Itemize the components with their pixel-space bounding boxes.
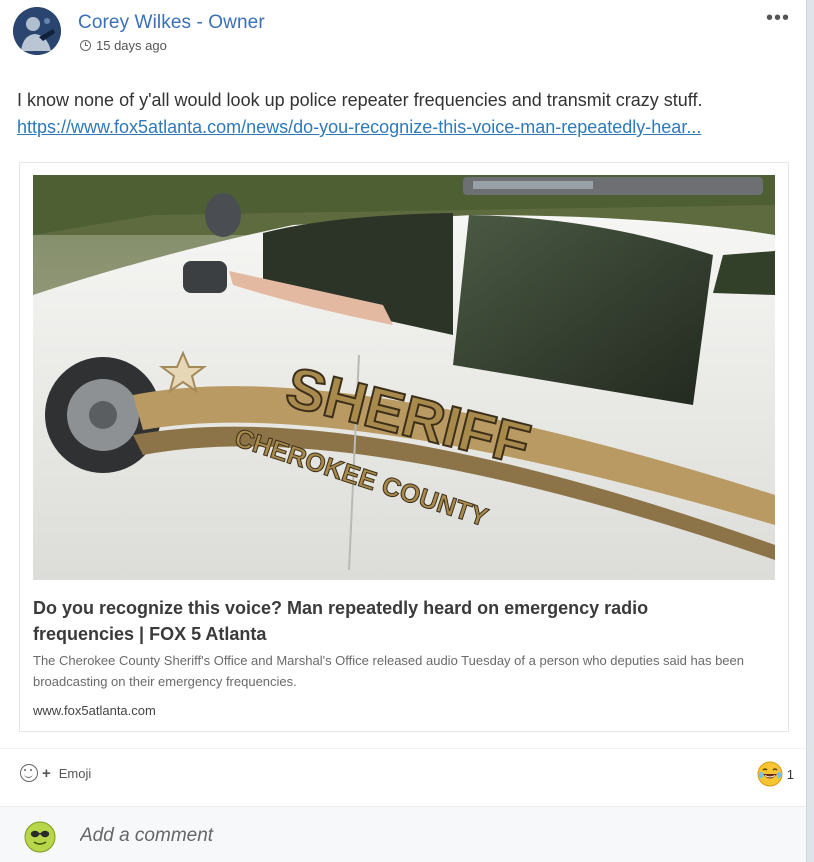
- emoji-label: Emoji: [58, 765, 92, 781]
- link-preview-domain: www.fox5atlanta.com: [33, 703, 156, 718]
- author-name[interactable]: Corey Wilkes - Owner: [78, 12, 265, 34]
- reaction-count: 1: [786, 766, 794, 782]
- post-card: Corey Wilkes - Owner 15 days ago ••• I k…: [0, 0, 806, 862]
- post-link[interactable]: https://www.fox5atlanta.com/news/do-you-…: [17, 117, 787, 138]
- link-preview-card[interactable]: SHERIFF CHEROKEE COUNTY Do you recognize…: [19, 162, 789, 732]
- time-ago-text: 15 days ago: [96, 38, 167, 53]
- link-preview-title[interactable]: Do you recognize this voice? Man repeate…: [33, 595, 753, 647]
- author-avatar[interactable]: [13, 7, 61, 55]
- laughing-emoji-icon: [757, 761, 783, 787]
- more-options-icon[interactable]: •••: [766, 8, 790, 28]
- plus-icon: +: [42, 764, 51, 782]
- add-comment-input[interactable]: [80, 825, 680, 847]
- link-preview-description: The Cherokee County Sheriff's Office and…: [33, 653, 745, 689]
- clock-icon: [80, 40, 91, 51]
- smile-icon: [20, 764, 38, 782]
- link-preview-image[interactable]: SHERIFF CHEROKEE COUNTY: [33, 175, 775, 580]
- post-timestamp: 15 days ago: [80, 38, 167, 53]
- laugh-reaction[interactable]: 1: [757, 761, 794, 787]
- reactions-bar: + Emoji 1: [0, 748, 806, 798]
- post-body-text: I know none of y'all would look up polic…: [17, 90, 703, 110]
- comment-bar: [0, 806, 806, 862]
- page-scroll-edge: [806, 0, 814, 862]
- commenter-avatar-icon: [24, 821, 56, 853]
- add-emoji-button[interactable]: + Emoji: [20, 764, 91, 782]
